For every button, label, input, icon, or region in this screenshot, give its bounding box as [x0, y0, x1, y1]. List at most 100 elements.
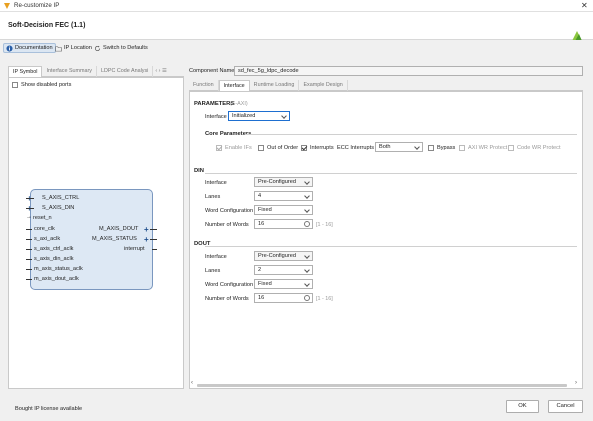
bypass-checkbox[interactable]: [428, 145, 434, 151]
interface-value: Initialized: [232, 113, 256, 119]
code-wr-protect-checkbox[interactable]: [508, 145, 514, 151]
refresh-icon: [94, 45, 101, 51]
spinner-icon: [304, 221, 310, 227]
axi-wr-protect-checkbox[interactable]: [459, 145, 465, 151]
ecc-interrupts-value: Both: [379, 144, 391, 150]
port-line: [26, 239, 32, 240]
port-s-axi-aclk: s_axi_aclk: [34, 236, 61, 242]
interface-select[interactable]: Initialized: [228, 111, 290, 121]
tab-scroll-arrows[interactable]: ‹ › ☰: [153, 66, 168, 77]
show-disabled-row[interactable]: Show disabled ports: [12, 82, 71, 88]
divider: [245, 134, 577, 135]
tab-function[interactable]: Function: [189, 80, 219, 91]
port-s-axis-ctrl-aclk: s_axis_ctrl_aclk: [34, 246, 74, 252]
din-range-hint: [1 - 16]: [316, 222, 333, 228]
bypass-label: Bypass: [437, 145, 456, 151]
component-name-label: Component Name: [189, 68, 235, 74]
port-m-axis-dout: M_AXIS_DOUT: [99, 226, 139, 232]
port-line: [26, 229, 32, 230]
component-name-field[interactable]: sd_fec_5g_ldpc_decode: [234, 66, 583, 76]
ecc-interrupts-label: ECC Interrupts: [337, 145, 374, 151]
scroll-left-icon[interactable]: ‹: [191, 380, 193, 386]
port-line: [152, 249, 157, 250]
documentation-button[interactable]: Documentation: [3, 43, 56, 53]
enable-irs-option[interactable]: Enable IFs: [216, 145, 252, 151]
horizontal-scrollbar[interactable]: ‹ ›: [191, 380, 581, 388]
documentation-label: Documentation: [15, 45, 53, 51]
din-lanes-select[interactable]: 4: [254, 191, 313, 201]
expand-plus-icon[interactable]: +: [27, 195, 32, 203]
scrollbar-thumb[interactable]: [197, 384, 567, 387]
ip-title: Soft-Decision FEC (1.1): [8, 22, 86, 29]
tab-interface-summary[interactable]: Interface Summary: [42, 66, 98, 77]
interface-label: Interface: [205, 114, 227, 120]
port-s-axis-din-aclk: s_axis_din_aclk: [34, 256, 74, 262]
dout-num-words-label: Number of Words: [205, 296, 249, 302]
port-m-axis-status-aclk: m_axis_status_aclk: [34, 266, 83, 272]
dout-range-hint: [1 - 16]: [316, 296, 333, 302]
interrupts-label: Interrupts: [310, 145, 334, 151]
divider: [205, 246, 577, 247]
dout-interface-value: Pre-Configured: [258, 253, 296, 259]
show-disabled-checkbox[interactable]: [12, 82, 18, 88]
chevron-down-icon: [304, 193, 310, 199]
ecc-interrupts-select[interactable]: Both: [375, 142, 423, 152]
enable-irs-checkbox[interactable]: [216, 145, 222, 151]
cancel-button[interactable]: Cancel: [548, 400, 583, 413]
show-disabled-label: Show disabled ports: [21, 82, 72, 88]
expand-plus-icon[interactable]: +: [27, 205, 32, 213]
ip-location-button[interactable]: IP Location: [53, 43, 94, 53]
dout-interface-select[interactable]: Pre-Configured: [254, 251, 313, 261]
expand-plus-icon[interactable]: +: [144, 226, 149, 234]
port-m-axis-status: M_AXIS_STATUS: [92, 236, 137, 242]
axi-wr-protect-option[interactable]: AXI WR Protect: [459, 145, 507, 151]
port-line: [26, 259, 32, 260]
dout-num-words-input[interactable]: 16: [254, 293, 313, 303]
chevron-down-icon: [304, 267, 310, 273]
din-interface-select[interactable]: Pre-Configured: [254, 177, 313, 187]
parameters-subtitle: (S-AXI): [230, 101, 248, 107]
ip-location-label: IP Location: [64, 45, 92, 51]
din-word-config-select[interactable]: Fixed: [254, 205, 313, 215]
out-of-order-checkbox[interactable]: [258, 145, 264, 151]
bypass-option[interactable]: Bypass: [428, 145, 455, 151]
din-lanes-value: 4: [258, 193, 262, 199]
tab-runtime-loading[interactable]: Runtime Loading: [250, 80, 300, 91]
axi-wr-protect-label: AXI WR Protect: [468, 145, 508, 151]
port-line: [26, 269, 32, 270]
port-reset-n: reset_n: [33, 215, 52, 221]
out-of-order-option[interactable]: Out of Order: [258, 145, 298, 151]
chevron-down-icon: [304, 179, 310, 185]
close-icon[interactable]: ✕: [581, 1, 588, 10]
dout-num-words-value: 16: [258, 295, 265, 301]
code-wr-protect-label: Code WR Protect: [517, 145, 561, 151]
interrupts-option[interactable]: Interrupts: [301, 145, 334, 151]
dout-lanes-value: 2: [258, 267, 262, 273]
tab-example-design[interactable]: Example Design: [299, 80, 348, 91]
left-tabs: IP Symbol Interface Summary LDPC Code An…: [8, 66, 184, 78]
scroll-right-icon[interactable]: ›: [575, 380, 577, 386]
port-line: [26, 198, 34, 199]
dout-word-config-value: Fixed: [258, 281, 272, 287]
interrupts-checkbox[interactable]: [301, 145, 307, 151]
expand-plus-icon[interactable]: +: [144, 236, 149, 244]
tab-ldpc-code-analysis[interactable]: LDPC Code Analysi: [97, 66, 154, 77]
port-s-axis-ctrl: S_AXIS_CTRL: [42, 195, 80, 201]
din-num-words-input[interactable]: 16: [254, 219, 313, 229]
port-line: [26, 208, 34, 209]
code-wr-protect-option[interactable]: Code WR Protect: [508, 145, 561, 151]
info-icon: [6, 44, 13, 52]
port-line: [150, 229, 157, 230]
switch-defaults-button[interactable]: Switch to Defaults: [92, 43, 150, 53]
din-num-words-value: 16: [258, 221, 265, 227]
enable-irs-label: Enable IFs: [225, 145, 252, 151]
din-lanes-label: Lanes: [205, 194, 221, 200]
dout-word-config-select[interactable]: Fixed: [254, 279, 313, 289]
right-tabs: Function Interface Runtime Loading Examp…: [189, 80, 583, 92]
ok-button[interactable]: OK: [506, 400, 539, 413]
port-interrupt: interrupt: [124, 246, 145, 252]
dout-lanes-select[interactable]: 2: [254, 265, 313, 275]
arrow-icon: →: [26, 214, 32, 220]
license-status: Bought IP license available: [15, 406, 83, 412]
window-title: Re-customize IP: [14, 2, 60, 9]
